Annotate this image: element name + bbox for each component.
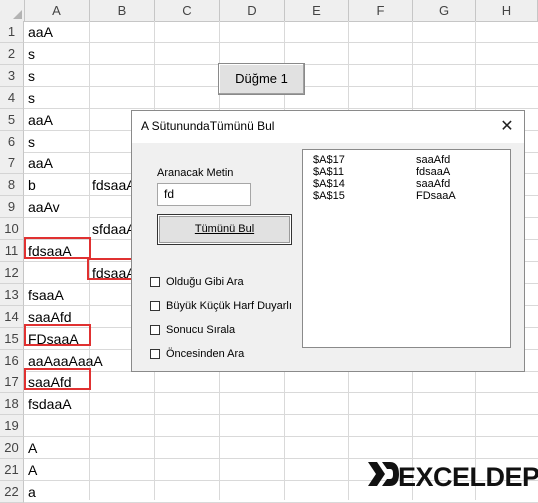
dialog-titlebar[interactable]: A SütunundaTümünü Bul ✕ xyxy=(132,111,524,143)
result-address[interactable]: $A$11 xyxy=(313,166,344,178)
row-header[interactable]: 5 xyxy=(0,109,24,131)
cell-a[interactable]: fsaaA xyxy=(26,284,64,306)
search-input[interactable]: fd xyxy=(157,183,251,206)
option-label-exact[interactable]: Olduğu Gibi Ara xyxy=(166,276,244,288)
option-checkbox-case[interactable] xyxy=(150,301,160,311)
row-header[interactable]: 3 xyxy=(0,65,24,87)
option-label-before[interactable]: Öncesinden Ara xyxy=(166,348,244,360)
column-header-f[interactable]: F xyxy=(349,0,413,21)
cell-a[interactable]: aaA xyxy=(26,152,53,174)
dialog-title: A SütunundaTümünü Bul xyxy=(141,119,275,133)
result-value[interactable]: saaAfd xyxy=(416,154,450,166)
column-header-a[interactable]: A xyxy=(24,0,90,21)
column-header-e[interactable]: E xyxy=(285,0,349,21)
xd-logo-icon xyxy=(368,462,399,486)
find-all-button[interactable]: Tümünü Bul xyxy=(157,214,292,245)
close-icon[interactable]: ✕ xyxy=(496,116,518,138)
result-address[interactable]: $A$14 xyxy=(313,178,345,190)
option-checkbox-before[interactable] xyxy=(150,349,160,359)
result-value[interactable]: saaAfd xyxy=(416,178,450,190)
cell-a[interactable]: A xyxy=(26,459,37,481)
cell-a[interactable]: s xyxy=(26,87,35,109)
cell-a[interactable]: s xyxy=(26,65,35,87)
row-header[interactable]: 4 xyxy=(0,87,24,109)
row-header[interactable]: 6 xyxy=(0,131,24,153)
row-header[interactable]: 10 xyxy=(0,218,24,240)
cell-a[interactable] xyxy=(26,415,28,437)
row-header[interactable]: 13 xyxy=(0,284,24,306)
cell-a[interactable]: A xyxy=(26,437,37,459)
sheet-button-dugme1[interactable]: Düğme 1 xyxy=(218,63,305,95)
row-header[interactable]: 19 xyxy=(0,415,24,437)
cell-a[interactable]: s xyxy=(26,43,35,65)
logo-text: EXCELDEPO xyxy=(398,462,538,492)
row-header[interactable]: 9 xyxy=(0,196,24,218)
option-checkbox-sort[interactable] xyxy=(150,325,160,335)
cell-a[interactable]: aaA xyxy=(26,109,53,131)
row-header[interactable]: 17 xyxy=(0,371,24,393)
row-header[interactable]: 16 xyxy=(0,350,24,372)
result-address[interactable]: $A$15 xyxy=(313,190,345,202)
find-all-dialog: A SütunundaTümünü Bul ✕ Aranacak Metin f… xyxy=(131,110,525,372)
highlight-a15 xyxy=(24,324,91,346)
cell-a[interactable]: aaAv xyxy=(26,196,60,218)
column-header-g[interactable]: G xyxy=(413,0,476,21)
row-header[interactable]: 18 xyxy=(0,393,24,415)
result-address[interactable]: $A$17 xyxy=(313,154,345,166)
column-header-h[interactable]: H xyxy=(476,0,538,21)
row-header[interactable]: 14 xyxy=(0,306,24,328)
cell-a[interactable]: aaA xyxy=(26,21,53,43)
find-all-label: Tümünü Bul xyxy=(194,223,255,235)
select-all-corner[interactable] xyxy=(0,0,25,21)
row-header[interactable]: 20 xyxy=(0,437,24,459)
column-header-c[interactable]: C xyxy=(155,0,220,21)
row-header[interactable]: 2 xyxy=(0,43,24,65)
row-header[interactable]: 21 xyxy=(0,459,24,481)
option-label-case[interactable]: Büyük Küçük Harf Duyarlı xyxy=(166,300,292,312)
option-checkbox-exact[interactable] xyxy=(150,277,160,287)
row-header[interactable]: 8 xyxy=(0,174,24,196)
column-header-d[interactable]: D xyxy=(220,0,285,21)
row-header[interactable]: 7 xyxy=(0,152,24,174)
row-header[interactable]: 12 xyxy=(0,262,24,284)
result-value[interactable]: FDsaaA xyxy=(416,190,456,202)
row-header[interactable]: 11 xyxy=(0,240,24,262)
column-header-b[interactable]: B xyxy=(90,0,155,21)
column-header-row: A B C D E F G H xyxy=(0,0,538,22)
highlight-a17 xyxy=(24,368,91,390)
cell-a[interactable]: s xyxy=(26,131,35,153)
cell-a[interactable]: fsdaaA xyxy=(26,393,72,415)
highlight-a11 xyxy=(24,237,91,259)
row-header[interactable]: 1 xyxy=(0,21,24,43)
results-listbox[interactable]: $A$17 saaAfd $A$11 fdsaaA $A$14 saaAfd $… xyxy=(302,149,511,348)
cell-a[interactable] xyxy=(26,262,28,284)
row-header[interactable]: 15 xyxy=(0,328,24,350)
result-value[interactable]: fdsaaA xyxy=(416,166,450,178)
option-label-sort[interactable]: Sonucu Sırala xyxy=(166,324,235,336)
search-label: Aranacak Metin xyxy=(157,167,234,179)
cell-a[interactable]: b xyxy=(26,174,36,196)
exceldepo-logo: EXCELDEPO xyxy=(366,458,538,494)
